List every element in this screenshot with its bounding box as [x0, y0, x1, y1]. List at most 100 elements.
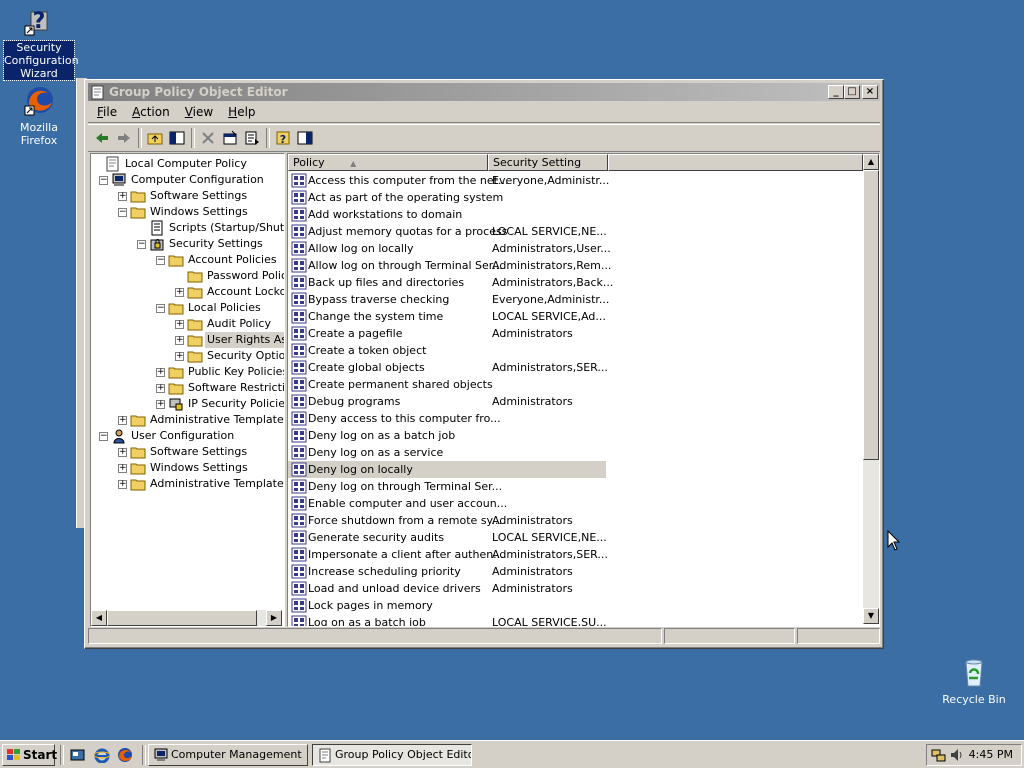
help-icon[interactable]: ?: [274, 129, 292, 147]
policy-row[interactable]: Deny log on as a service: [288, 444, 606, 461]
policy-row[interactable]: Create a pagefile Administrators: [288, 325, 606, 342]
up-folder-icon[interactable]: [146, 129, 164, 147]
menu-file[interactable]: File: [88, 102, 123, 119]
tree-item[interactable]: Local Computer Policy: [91, 156, 280, 172]
tree-item[interactable]: + Windows Settings: [91, 460, 280, 476]
policy-row[interactable]: Allow log on through Terminal Ser... Admi…: [288, 257, 611, 274]
policy-row[interactable]: Back up files and directories Administrat…: [288, 274, 613, 291]
menu-help[interactable]: Help: [219, 102, 261, 119]
expand-icon[interactable]: +: [118, 416, 127, 425]
policy-row[interactable]: Increase scheduling priority Administrato…: [288, 563, 606, 580]
task-computer-management[interactable]: Computer Management: [148, 744, 308, 766]
tree-item[interactable]: − User Configuration: [91, 428, 280, 444]
expand-icon[interactable]: +: [118, 480, 127, 489]
properties-icon[interactable]: [221, 129, 239, 147]
policy-row[interactable]: Create a token object: [288, 342, 606, 359]
scroll-up-button[interactable]: ▲: [863, 154, 879, 170]
policy-row[interactable]: Log on as a batch job LOCAL SERVICE,SU...: [288, 614, 607, 626]
back-icon[interactable]: [93, 129, 111, 147]
tree-item[interactable]: + Software Settings: [91, 188, 280, 204]
expand-icon[interactable]: +: [156, 384, 165, 393]
collapse-icon[interactable]: −: [99, 432, 108, 441]
policy-row[interactable]: Deny log on locally: [288, 461, 606, 478]
policy-row[interactable]: Add workstations to domain: [288, 206, 606, 223]
policy-row[interactable]: Debug programs Administrators: [288, 393, 606, 410]
desktop-icon-security-wizard[interactable]: ? Security Configuration Wizard: [3, 4, 79, 81]
column-header-policy[interactable]: Policy ▲: [288, 154, 488, 171]
policy-row[interactable]: Deny log on through Terminal Ser...: [288, 478, 606, 495]
expand-icon[interactable]: +: [118, 448, 127, 457]
start-button[interactable]: Start: [2, 744, 57, 766]
expand-icon[interactable]: +: [118, 464, 127, 473]
tree-item[interactable]: + Administrative Templates: [91, 412, 284, 428]
tree-item[interactable]: Password Policy: [91, 268, 284, 284]
close-button[interactable]: ×: [862, 85, 878, 99]
tree-item[interactable]: Scripts (Startup/Shutdown): [91, 220, 284, 236]
column-header-security-setting[interactable]: Security Setting: [488, 154, 608, 171]
tree-item[interactable]: + Software Restriction Policies: [91, 380, 284, 396]
expand-icon[interactable]: +: [175, 336, 184, 345]
policy-row[interactable]: Change the system time LOCAL SERVICE,Ad..…: [288, 308, 606, 325]
policy-row[interactable]: Allow log on locally Administrators,User.…: [288, 240, 611, 257]
scroll-down-button[interactable]: ▼: [863, 608, 879, 624]
minimize-button[interactable]: _: [828, 85, 844, 99]
policy-row[interactable]: Create permanent shared objects: [288, 376, 606, 393]
tree-item[interactable]: + Public Key Policies: [91, 364, 284, 380]
tree-item[interactable]: + Administrative Templates: [91, 476, 284, 492]
show-hide-tree-icon[interactable]: [168, 129, 186, 147]
policy-row[interactable]: Adjust memory quotas for a process LOCAL …: [288, 223, 607, 240]
policy-row[interactable]: Access this computer from the net... Ever…: [288, 172, 609, 189]
policy-row[interactable]: Load and unload device drivers Administra…: [288, 580, 606, 597]
tree-item[interactable]: − Windows Settings: [91, 204, 280, 220]
task-group-policy-object-editor[interactable]: Group Policy Object Editor: [312, 744, 472, 766]
tree-item[interactable]: − Security Settings: [91, 236, 280, 252]
expand-icon[interactable]: +: [175, 288, 184, 297]
policy-row[interactable]: Generate security audits LOCAL SERVICE,NE…: [288, 529, 607, 546]
menu-action[interactable]: Action: [123, 102, 176, 119]
expand-icon[interactable]: +: [156, 400, 165, 409]
horizontal-scrollbar[interactable]: ◀ ▶: [91, 610, 282, 626]
scroll-left-button[interactable]: ◀: [91, 610, 107, 626]
policy-row[interactable]: Act as part of the operating system: [288, 189, 606, 206]
tree-item[interactable]: − Local Policies: [91, 300, 280, 316]
menu-view[interactable]: View: [176, 102, 219, 119]
delete-icon[interactable]: [199, 129, 217, 147]
console-tree[interactable]: Local Computer Policy − Computer Configura…: [90, 153, 285, 627]
collapse-icon[interactable]: −: [118, 208, 127, 217]
expand-icon[interactable]: +: [118, 192, 127, 201]
tree-item[interactable]: − Computer Configuration: [91, 172, 280, 188]
policy-row[interactable]: Deny access to this computer fro...: [288, 410, 606, 427]
policy-row[interactable]: Deny log on as a batch job: [288, 427, 606, 444]
policy-row[interactable]: Lock pages in memory: [288, 597, 606, 614]
policy-row[interactable]: Create global objects Administrators,SER.…: [288, 359, 608, 376]
volume-icon[interactable]: [949, 747, 965, 763]
collapse-icon[interactable]: −: [156, 256, 165, 265]
policy-row[interactable]: Force shutdown from a remote sy... Admini…: [288, 512, 606, 529]
tree-item[interactable]: − Account Policies: [91, 252, 280, 268]
scroll-thumb[interactable]: [107, 610, 257, 626]
tree-item[interactable]: + Security Options: [91, 348, 284, 364]
expand-icon[interactable]: +: [175, 352, 184, 361]
maximize-button[interactable]: □: [844, 85, 860, 99]
policy-row[interactable]: Impersonate a client after authen... Admi…: [288, 546, 608, 563]
export-list-icon[interactable]: [243, 129, 261, 147]
tree-item[interactable]: + User Rights Assignment: [91, 332, 284, 348]
collapse-icon[interactable]: −: [137, 240, 146, 249]
policy-row[interactable]: Enable computer and user accoun...: [288, 495, 606, 512]
scroll-right-button[interactable]: ▶: [266, 610, 282, 626]
policy-row[interactable]: Bypass traverse checking Everyone,Adminis…: [288, 291, 609, 308]
tree-item[interactable]: + IP Security Policies on Local Computer: [91, 396, 284, 412]
tree-item[interactable]: + Account Lockout Policy: [91, 284, 284, 300]
firefox-icon[interactable]: [117, 747, 133, 763]
tree-item[interactable]: + Audit Policy: [91, 316, 280, 332]
internet-explorer-icon[interactable]: [94, 747, 110, 763]
scroll-thumb[interactable]: [863, 170, 879, 460]
tree-item[interactable]: + Software Settings: [91, 444, 280, 460]
show-desktop-icon[interactable]: [70, 747, 86, 763]
collapse-icon[interactable]: −: [156, 304, 165, 313]
expand-icon[interactable]: +: [156, 368, 165, 377]
show-hide-action-pane-icon[interactable]: [296, 129, 314, 147]
forward-icon[interactable]: [115, 129, 133, 147]
desktop-icon-firefox[interactable]: Mozilla Firefox: [4, 84, 74, 147]
policy-list[interactable]: Policy ▲ Security Setting Access this co…: [287, 153, 880, 627]
